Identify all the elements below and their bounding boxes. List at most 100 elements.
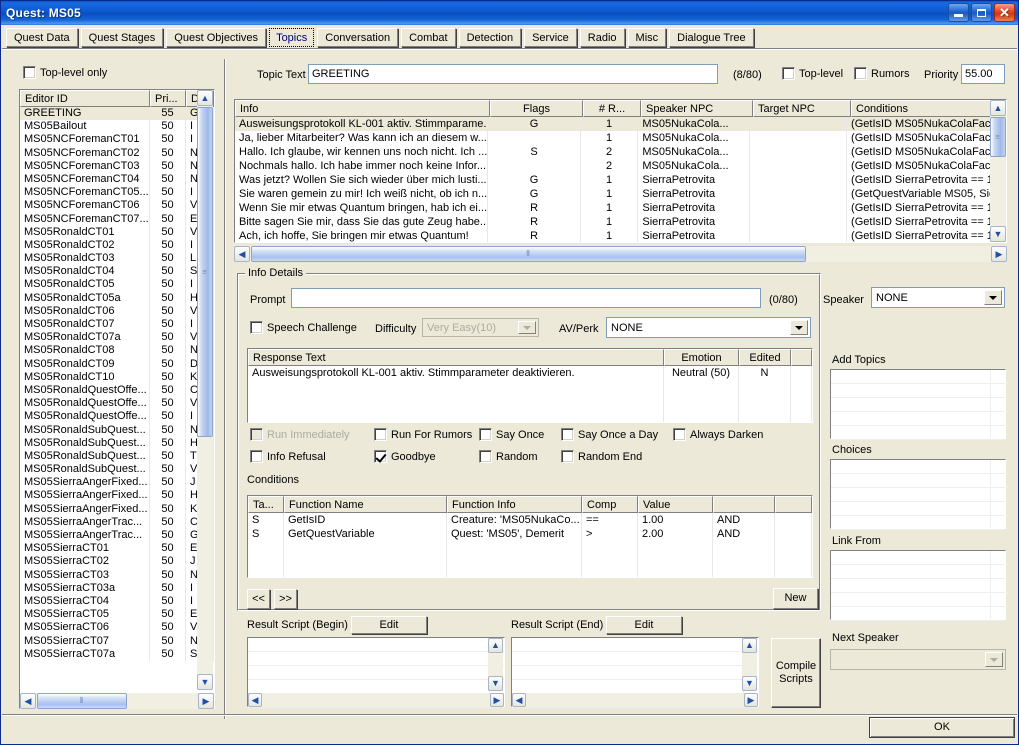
table-row[interactable]: Ausweisungsprotokoll KL-001 aktiv. Stimm… [248, 366, 812, 380]
tab-service[interactable]: Service [524, 28, 577, 47]
scroll-left-icon[interactable]: ◀ [234, 246, 250, 262]
scroll-thumb[interactable]: ≡ [990, 117, 1006, 157]
table-row[interactable]: MS05NCForemanCT01 50 I [20, 133, 214, 147]
column-header-logic[interactable] [713, 496, 775, 513]
column-header-editor-id[interactable]: Editor ID [20, 90, 150, 107]
new-button[interactable]: New [773, 588, 818, 609]
scroll-right-icon[interactable]: ▶ [744, 693, 758, 707]
topic-text-input[interactable]: GREETING [308, 64, 718, 84]
next-button[interactable]: >> [274, 589, 297, 609]
table-row[interactable]: MS05NCForemanCT05... 50 I [20, 186, 214, 200]
table-row[interactable]: MS05SierraAngerTrac... 50 C [20, 515, 214, 529]
table-row[interactable]: Sie waren gemein zu mir! Ich weiß nicht,… [235, 187, 1006, 201]
tab-dialogue-tree[interactable]: Dialogue Tree [669, 28, 754, 47]
tab-quest-objectives[interactable]: Quest Objectives [166, 28, 267, 47]
table-row[interactable]: MS05SierraCT07 50 N [20, 634, 214, 648]
table-row[interactable]: MS05RonaldSubQuest... 50 T [20, 449, 214, 464]
table-row[interactable]: MS05RonaldCT02 50 I [20, 238, 214, 253]
scroll-right-icon[interactable]: ▶ [991, 246, 1007, 262]
column-header-response-text[interactable]: Response Text [248, 349, 664, 366]
editor-list-hscrollbar[interactable]: ◀ ⦀ ▶ [20, 693, 214, 709]
editor-list-vscrollbar[interactable]: ▲ ≡ ▼ [197, 90, 213, 690]
end-script-vscrollbar[interactable]: ▲ ▼ [742, 638, 757, 691]
table-row[interactable]: Ausweisungsprotokoll KL-001 aktiv. Stimm… [235, 117, 1006, 131]
speaker-dropdown[interactable]: NONE [871, 287, 1005, 308]
table-row[interactable]: MS05RonaldCT07 50 I [20, 318, 214, 332]
table-row[interactable]: Ach, ich hoffe, Sie bringen mir etwas Qu… [235, 229, 1006, 242]
table-row[interactable]: MS05SierraCT02 50 J [20, 555, 214, 569]
table-row[interactable]: Wenn Sie mir etwas Quantum bringen, hab … [235, 201, 1006, 215]
table-row[interactable]: MS05RonaldCT09 50 D [20, 357, 214, 371]
response-text-list[interactable]: Response Text Emotion Edited Ausweisungs… [247, 348, 813, 423]
goodbye-checkbox[interactable]: Goodbye [374, 450, 436, 463]
scroll-thumb[interactable]: ≡ [197, 107, 213, 437]
table-row[interactable]: MS05SierraAngerFixed... 50 K [20, 502, 214, 516]
info-refusal-checkbox[interactable]: Info Refusal [250, 450, 326, 463]
table-row[interactable]: MS05RonaldQuestOffe... 50 I [20, 410, 214, 424]
table-row[interactable]: MS05NCForemanCT06 50 V [20, 199, 214, 213]
table-row[interactable]: MS05RonaldCT04 50 S [20, 265, 214, 279]
begin-script-hscrollbar[interactable]: ◀ ▶ [248, 693, 504, 707]
table-row[interactable]: Bitte sagen Sie mir, dass Sie das gute Z… [235, 215, 1006, 229]
table-row[interactable] [248, 541, 812, 555]
scroll-up-icon[interactable]: ▲ [197, 90, 213, 106]
table-row[interactable]: MS05SierraCT03 50 N [20, 568, 214, 582]
tab-quest-stages[interactable]: Quest Stages [80, 28, 164, 47]
scroll-up-icon[interactable]: ▲ [990, 100, 1006, 116]
next-speaker-dropdown[interactable] [830, 649, 1006, 670]
table-row[interactable]: MS05RonaldSubQuest... 50 H [20, 436, 214, 450]
conditions-list[interactable]: Ta... Function Name Function Info Comp V… [247, 495, 813, 578]
table-row[interactable]: MS05SierraAngerFixed... 50 H [20, 489, 214, 503]
chevron-down-icon[interactable] [518, 321, 536, 334]
run-for-rumors-checkbox[interactable]: Run For Rumors [374, 428, 472, 441]
edit-begin-button[interactable]: Edit [351, 616, 427, 634]
tab-misc[interactable]: Misc [627, 28, 667, 47]
always-darken-checkbox[interactable]: Always Darken [673, 428, 763, 441]
tab-quest-data[interactable]: Quest Data [6, 28, 78, 47]
column-header-edited[interactable]: Edited [739, 349, 791, 366]
edit-end-button[interactable]: Edit [606, 616, 682, 634]
top-level-checkbox[interactable]: Top-level [782, 67, 843, 80]
scroll-down-icon[interactable]: ▼ [197, 674, 213, 690]
scroll-up-icon[interactable]: ▲ [488, 638, 503, 653]
table-row[interactable]: MS05RonaldCT07a 50 V [20, 331, 214, 345]
priority-input[interactable]: 55.00 [961, 64, 1005, 84]
table-row[interactable]: MS05RonaldCT06 50 V [20, 304, 214, 318]
table-row[interactable]: MS05NCForemanCT02 50 N [20, 146, 214, 160]
table-row[interactable]: Nochmals hallo. Ich habe immer noch kein… [235, 159, 1006, 173]
random-checkbox[interactable]: Random [479, 450, 538, 463]
column-header-comp[interactable]: Comp [582, 496, 638, 513]
column-header-conditions[interactable]: Conditions [851, 100, 1006, 117]
table-row[interactable]: MS05RonaldSubQuest... 50 N [20, 423, 214, 437]
table-row[interactable] [248, 408, 812, 422]
table-row[interactable] [248, 555, 812, 569]
info-list-hscrollbar[interactable]: ◀ ⦀ ▶ [234, 246, 1007, 262]
scroll-right-icon[interactable]: ▶ [490, 693, 504, 707]
tab-detection[interactable]: Detection [458, 28, 522, 47]
table-row[interactable]: S GetIsID Creature: 'MS05NukaCo... == 1.00 AN… [248, 513, 812, 527]
chevron-down-icon[interactable] [790, 320, 808, 335]
table-row[interactable]: MS05SierraCT06 50 V [20, 621, 214, 635]
column-header-target-npc[interactable]: Target NPC [753, 100, 851, 117]
table-row[interactable]: MS05SierraAngerFixed... 50 J [20, 476, 214, 490]
table-row[interactable] [248, 380, 812, 394]
ok-button[interactable]: OK [869, 717, 1015, 738]
prev-button[interactable]: << [247, 589, 270, 609]
table-row[interactable]: Was jetzt? Wollen Sie sich wieder über m… [235, 173, 1006, 187]
scroll-left-icon[interactable]: ◀ [20, 693, 36, 709]
column-header-value[interactable]: Value [638, 496, 713, 513]
column-header-flags[interactable]: Flags [490, 100, 583, 117]
minimize-icon[interactable] [948, 3, 969, 22]
table-row[interactable]: MS05SierraCT05 50 E [20, 608, 214, 622]
table-row[interactable]: GREETING 55 G [20, 107, 214, 121]
column-header-function-info[interactable]: Function Info [447, 496, 582, 513]
scroll-right-icon[interactable]: ▶ [198, 693, 214, 709]
random-end-checkbox[interactable]: Random End [561, 450, 642, 463]
table-row[interactable]: MS05NCForemanCT07... 50 E [20, 212, 214, 226]
table-row[interactable]: MS05RonaldCT05a 50 H [20, 291, 214, 305]
table-row[interactable]: MS05NCForemanCT03 50 N [20, 159, 214, 173]
table-row[interactable]: MS05SierraCT04 50 I [20, 594, 214, 609]
table-row[interactable]: MS05RonaldSubQuest... 50 V [20, 463, 214, 477]
rumors-checkbox[interactable]: Rumors [854, 67, 910, 80]
table-row[interactable]: MS05RonaldQuestOffe... 50 V [20, 397, 214, 411]
